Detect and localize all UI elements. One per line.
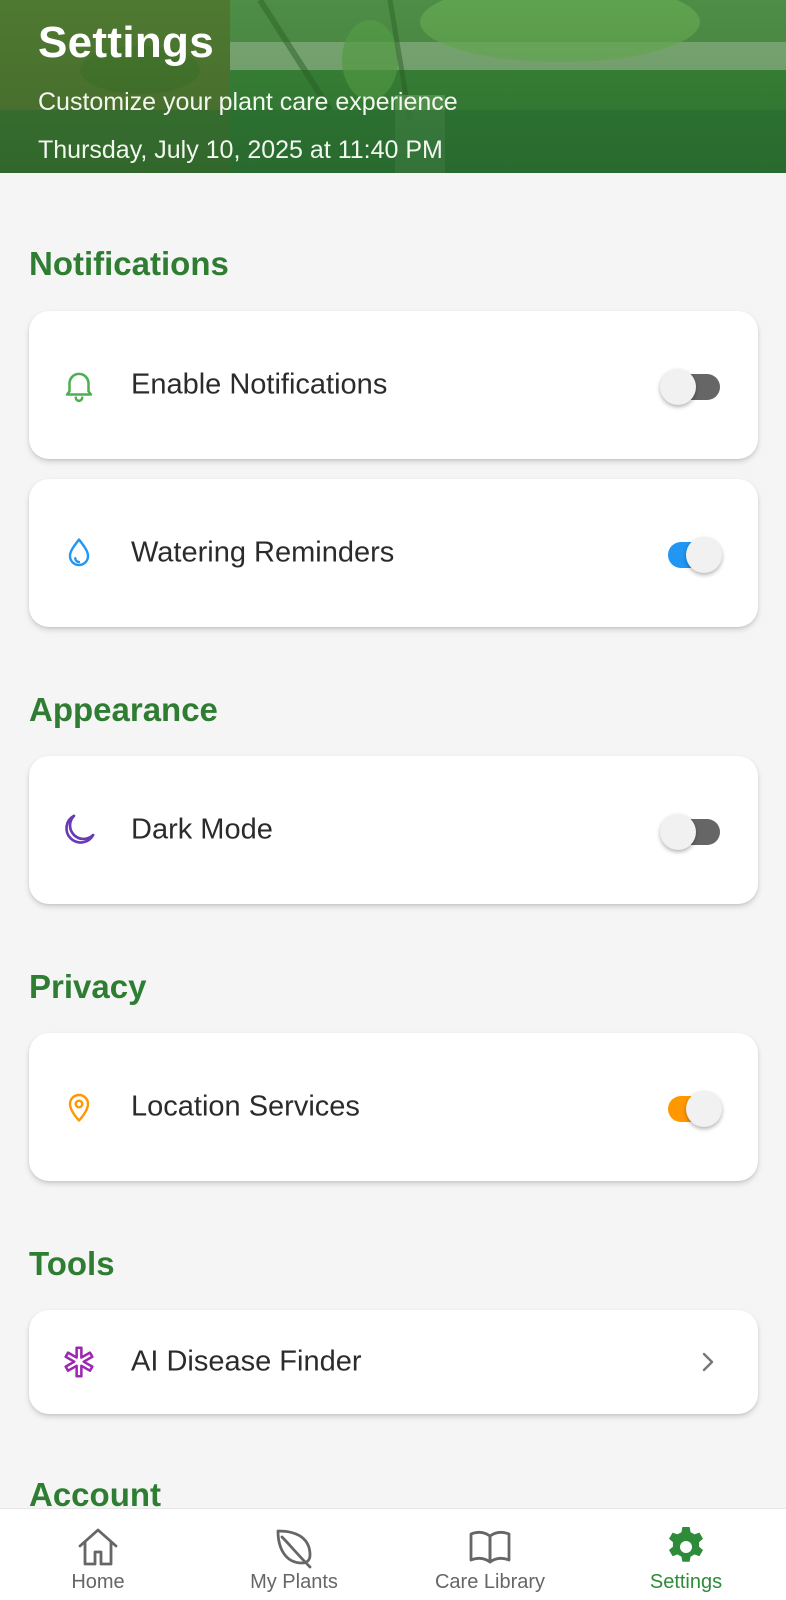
- chevron-right-icon: [702, 1352, 714, 1372]
- tab-care-library[interactable]: Care Library: [392, 1509, 588, 1600]
- toggle-thumb: [686, 1091, 722, 1127]
- tab-home[interactable]: Home: [0, 1509, 196, 1600]
- tab-label: Home: [71, 1571, 125, 1593]
- current-datetime: Thursday, July 10, 2025 at 11:40 PM: [38, 136, 443, 164]
- map-pin-icon: [57, 1085, 101, 1129]
- tab-settings[interactable]: Settings: [588, 1509, 784, 1600]
- home-icon: [78, 1528, 118, 1566]
- dark-mode-toggle[interactable]: [660, 812, 722, 850]
- page-title: Settings: [38, 18, 214, 67]
- setting-enable-notifications[interactable]: Enable Notifications: [29, 311, 758, 459]
- setting-dark-mode[interactable]: Dark Mode: [29, 756, 758, 904]
- location-services-toggle[interactable]: [660, 1089, 722, 1127]
- tab-label: Settings: [649, 1571, 723, 1593]
- toggle-thumb: [686, 537, 722, 573]
- toggle-thumb: [660, 814, 696, 850]
- water-drop-icon: [57, 531, 101, 575]
- gear-icon: [669, 1527, 703, 1562]
- leaf-icon: [276, 1529, 312, 1569]
- section-title-account: Account: [29, 1476, 161, 1508]
- tab-my-plants[interactable]: My Plants: [196, 1509, 392, 1600]
- setting-ai-disease-finder[interactable]: AI Disease Finder: [29, 1310, 758, 1414]
- header-banner: Settings Customize your plant care exper…: [0, 0, 786, 173]
- section-title-privacy: Privacy: [29, 968, 147, 1005]
- enable-notifications-toggle[interactable]: [660, 367, 722, 405]
- bell-icon: [57, 363, 101, 407]
- tab-label: Care Library: [434, 1571, 546, 1593]
- setting-label: Location Services: [131, 1090, 360, 1123]
- section-title-appearance: Appearance: [29, 691, 218, 728]
- setting-label: Watering Reminders: [131, 536, 395, 569]
- setting-label: AI Disease Finder: [131, 1345, 362, 1378]
- page-subtitle: Customize your plant care experience: [38, 88, 458, 116]
- toggle-thumb: [660, 369, 696, 405]
- asterisk-icon: [57, 1340, 101, 1384]
- section-title-tools: Tools: [29, 1245, 115, 1282]
- setting-label: Dark Mode: [131, 813, 273, 846]
- book-icon: [469, 1531, 511, 1564]
- bottom-tab-bar: Home My Plants Care Library Settings: [0, 1508, 786, 1600]
- moon-icon: [57, 808, 101, 852]
- setting-label: Enable Notifications: [131, 368, 388, 401]
- section-title-notifications: Notifications: [29, 245, 229, 282]
- setting-watering-reminders[interactable]: Watering Reminders: [29, 479, 758, 627]
- tab-label: My Plants: [250, 1571, 338, 1593]
- settings-content[interactable]: Notifications Enable Notifications Water…: [0, 173, 786, 1508]
- setting-location-services[interactable]: Location Services: [29, 1033, 758, 1181]
- watering-reminders-toggle[interactable]: [660, 535, 722, 573]
